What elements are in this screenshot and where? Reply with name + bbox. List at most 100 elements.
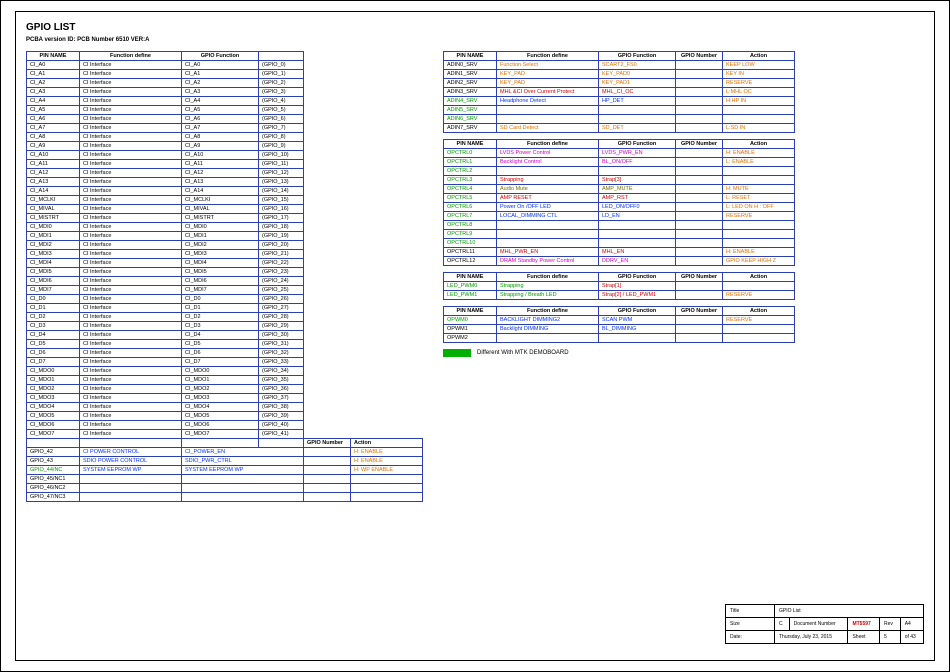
pin-name: CI_A14 <box>27 187 80 196</box>
table-row: CI_MDI5CI InterfaceCI_MDI5(GPIO_23) <box>27 268 304 277</box>
gpio-number <box>304 484 351 493</box>
gpio-num: (GPIO_22) <box>259 259 304 268</box>
col-gnum: GPIO Number <box>676 52 723 61</box>
table-row: OPCTRL9 <box>444 230 795 239</box>
fn-define: CI Interface <box>80 295 182 304</box>
table-row: OPCTRL12DRAM Standby Power ControlDDRV_E… <box>444 257 795 266</box>
gpio-fn: CI_A14 <box>182 187 259 196</box>
fn-define <box>80 484 182 493</box>
fn-define: SDIO POWER CONTROL <box>80 457 182 466</box>
fn-define: CI POWER CONTROL <box>80 448 182 457</box>
gpio-fn: KEY_PAD1 <box>599 79 676 88</box>
fn-define: CI Interface <box>80 214 182 223</box>
gpio-fn: CI_MDO3 <box>182 394 259 403</box>
tb-sheet-n: 5 <box>880 631 901 644</box>
gpio-number <box>304 448 351 457</box>
pin-name: CI_MDO0 <box>27 367 80 376</box>
action <box>723 325 795 334</box>
pin-name: OPCTRL6 <box>444 203 497 212</box>
col-gpf: GPIO Function <box>599 140 676 149</box>
fn-define: CI Interface <box>80 403 182 412</box>
fn-define: CI Interface <box>80 223 182 232</box>
pin-name: OPCTRL12 <box>444 257 497 266</box>
fn-define: CI Interface <box>80 340 182 349</box>
gpio-number <box>676 334 723 343</box>
pin-name: OPCTRL10 <box>444 239 497 248</box>
pin-name: CI_MDO2 <box>27 385 80 394</box>
pin-name: OPCTRL3 <box>444 176 497 185</box>
gpio-fn: CI_A8 <box>182 133 259 142</box>
fn-define: KEY_PAD <box>497 70 599 79</box>
col-gnum: GPIO Number <box>676 307 723 316</box>
pin-name: GPIO_45/NC1 <box>27 475 80 484</box>
gpio-num: (GPIO_34) <box>259 367 304 376</box>
col-act: Action <box>351 439 423 448</box>
table-row: CI_D1CI InterfaceCI_D1(GPIO_27) <box>27 304 304 313</box>
pin-name: CI_A1 <box>27 70 80 79</box>
pin-name: OPCTRL11 <box>444 248 497 257</box>
gpio-fn: CI_D0 <box>182 295 259 304</box>
gpio-number <box>676 167 723 176</box>
table-row: CI_D0CI InterfaceCI_D0(GPIO_26) <box>27 295 304 304</box>
tb-rev: A4 <box>900 618 923 631</box>
legend: Different With MTK DEMOBOARD <box>443 349 795 357</box>
pin-name: OPCTRL8 <box>444 221 497 230</box>
pin-name: CI_MIVAL <box>27 205 80 214</box>
gpio-num: (GPIO_33) <box>259 358 304 367</box>
gpio-fn: CI_MDI4 <box>182 259 259 268</box>
gpio-num: (GPIO_10) <box>259 151 304 160</box>
pin-name: GPIO_46/NC2 <box>27 484 80 493</box>
table-row: CI_A12CI InterfaceCI_A12(GPIO_12) <box>27 169 304 178</box>
table-row: OPCTRL7LOCAL_DIMMING CTLLD_ENRESERVE <box>444 212 795 221</box>
gpio-fn: CI_MIVAL <box>182 205 259 214</box>
pin-name: CI_D6 <box>27 349 80 358</box>
table-row: CI_MDI1CI InterfaceCI_MDI1(GPIO_19) <box>27 232 304 241</box>
pin-name: ADIN4_SRV <box>444 97 497 106</box>
pin-name: ADIN0_SRV <box>444 61 497 70</box>
table-row: CI_D6CI InterfaceCI_D6(GPIO_32) <box>27 349 304 358</box>
fn-define: CI Interface <box>80 151 182 160</box>
gpio-fn: CI_A1 <box>182 70 259 79</box>
gpio-fn: CI_A12 <box>182 169 259 178</box>
gpio-fn: SDIO_PWR_CTRL <box>182 457 304 466</box>
pin-name: CI_A8 <box>27 133 80 142</box>
fn-define: CI Interface <box>80 61 182 70</box>
fn-define: CI Interface <box>80 331 182 340</box>
gpio-fn: BL_DIMMING <box>599 325 676 334</box>
table-row: CI_D3CI InterfaceCI_D3(GPIO_29) <box>27 322 304 331</box>
legend-text: Different With MTK DEMOBOARD <box>477 350 569 356</box>
fn-define: BACKLIGHT DIMMING2 <box>497 316 599 325</box>
table-row: GPIO_47/NC3 <box>27 493 423 502</box>
fn-define <box>80 475 182 484</box>
fn-define <box>497 221 599 230</box>
fn-define: Function Select <box>497 61 599 70</box>
table-row: CI_A13CI InterfaceCI_A13(GPIO_13) <box>27 178 304 187</box>
action <box>351 484 423 493</box>
pin-name: OPWM2 <box>444 334 497 343</box>
col-pin: PIN NAME <box>27 52 80 61</box>
table-row: OPWM0BACKLIGHT DIMMING2SCAN PWMRESERVE <box>444 316 795 325</box>
fn-define: CI Interface <box>80 313 182 322</box>
gpio-fn: CI_MISTRT <box>182 214 259 223</box>
gpio-fn: AMP_MUTE <box>599 185 676 194</box>
action: H: WP ENABLE <box>351 466 423 475</box>
gpio-num: (GPIO_32) <box>259 349 304 358</box>
table-row: ADIN3_SRVMHL &CI Over Current ProtectMHL… <box>444 88 795 97</box>
table-row: CI_A9CI InterfaceCI_A9(GPIO_9) <box>27 142 304 151</box>
table-row: CI_A11CI InterfaceCI_A11(GPIO_11) <box>27 160 304 169</box>
pin-name: CI_MISTRT <box>27 214 80 223</box>
gpio-num: (GPIO_0) <box>259 61 304 70</box>
gpio-fn: SCAN PWM <box>599 316 676 325</box>
table-row: CI_A5CI InterfaceCI_A5(GPIO_5) <box>27 106 304 115</box>
col-act: Action <box>723 52 795 61</box>
fn-define: MHL &CI Over Current Protect <box>497 88 599 97</box>
fn-define: CI Interface <box>80 124 182 133</box>
gpio-fn <box>599 239 676 248</box>
gpio-fn: CI_MCLKI <box>182 196 259 205</box>
fn-define: CI Interface <box>80 241 182 250</box>
table-row: OPCTRL4Audio MuteAMP_MUTEH: MUTE <box>444 185 795 194</box>
pin-name: OPCTRL0 <box>444 149 497 158</box>
fn-define: CI Interface <box>80 160 182 169</box>
table-row: OPCTRL6Power On /OFF LEDLED_ON/OFF0L: LE… <box>444 203 795 212</box>
gpio-fn: HP_DET <box>599 97 676 106</box>
